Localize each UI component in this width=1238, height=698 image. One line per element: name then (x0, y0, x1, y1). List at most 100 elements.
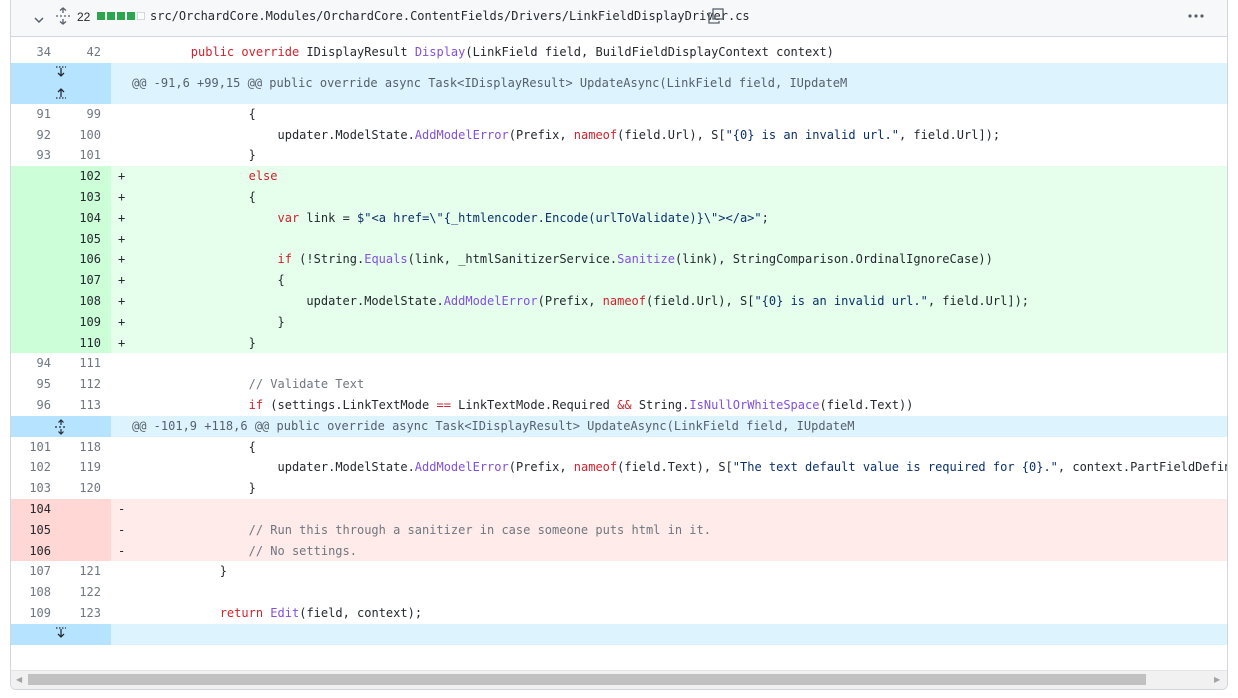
new-line-number[interactable] (61, 498, 111, 520)
old-line-number[interactable] (11, 249, 61, 271)
old-line-number[interactable] (11, 186, 61, 208)
new-line-number[interactable]: 123 (61, 602, 111, 624)
copy-icon[interactable] (708, 8, 724, 28)
new-line-number[interactable]: 104 (61, 207, 111, 229)
old-line-number[interactable] (11, 228, 61, 250)
new-line-number[interactable]: 111 (61, 353, 111, 375)
context-line: 108 122 (11, 582, 1227, 603)
new-line-number[interactable]: 105 (61, 228, 111, 250)
diffstat-box-added (127, 12, 135, 20)
new-line-number[interactable]: 119 (61, 457, 111, 479)
old-line-number[interactable]: 95 (11, 374, 61, 395)
unfold-icon[interactable] (54, 418, 68, 435)
added-line: 106 + if (!String.Equals(link, _htmlSanit… (11, 249, 1227, 271)
new-line-number[interactable]: 120 (61, 478, 111, 499)
context-line: 107 121 } (11, 561, 1227, 583)
old-line-number[interactable]: 107 (11, 561, 61, 583)
new-line-number[interactable] (61, 540, 111, 562)
old-line-number[interactable]: 96 (11, 394, 61, 416)
code-text: // Validate Text (248, 377, 365, 392)
old-line-number[interactable]: 103 (11, 478, 61, 499)
new-line-number[interactable]: 42 (61, 42, 111, 63)
horizontal-scrollbar[interactable]: ◀ ▶ (11, 670, 1227, 689)
added-line: 102 + else (11, 166, 1227, 187)
code-text: { (133, 273, 285, 288)
new-line-number[interactable]: 121 (61, 561, 111, 583)
diff-sign: + (118, 189, 126, 204)
old-line-number[interactable] (11, 270, 61, 291)
old-line-number[interactable] (11, 311, 61, 333)
new-line-number[interactable]: 108 (61, 290, 111, 312)
scrollbar-thumb[interactable] (28, 674, 1146, 685)
old-line-number[interactable]: 93 (11, 145, 61, 167)
added-line: 109 + } (11, 311, 1227, 333)
diffstat-box-added (107, 12, 115, 20)
deleted-line: 105 - // Run this through a sanitizer in … (11, 519, 1227, 541)
code-text: if (settings.LinkTextMode == LinkTextMod… (248, 397, 914, 412)
code-text: } (133, 481, 256, 496)
expand-down-icon[interactable] (54, 66, 68, 80)
expand-gutter[interactable] (11, 62, 111, 104)
unfold-icon[interactable] (55, 7, 71, 29)
old-line-number[interactable]: 92 (11, 124, 61, 146)
new-line-number[interactable]: 109 (61, 311, 111, 333)
added-line: 105 + (11, 228, 1227, 250)
new-line-number[interactable]: 103 (61, 186, 111, 208)
old-line-number[interactable] (11, 207, 61, 229)
diff-sign: + (118, 252, 126, 267)
scroll-right-icon[interactable]: ▶ (1214, 675, 1220, 684)
code-text: } (133, 314, 285, 329)
new-line-number[interactable]: 122 (61, 582, 111, 603)
context-line: 93 101 } (11, 145, 1227, 167)
code-text: updater.ModelState.AddModelError(Prefix,… (277, 127, 1001, 142)
new-line-number[interactable]: 99 (61, 103, 111, 125)
new-line-number[interactable]: 107 (61, 270, 111, 291)
code-text: if (!String.Equals(link, _htmlSanitizerS… (277, 252, 993, 267)
new-line-number[interactable]: 101 (61, 145, 111, 167)
new-line-number[interactable] (61, 519, 111, 541)
diff-sign: + (118, 293, 126, 308)
new-line-number[interactable]: 112 (61, 374, 111, 395)
old-line-number[interactable] (11, 332, 61, 354)
new-line-number[interactable]: 102 (61, 166, 111, 187)
old-line-number[interactable]: 105 (11, 519, 61, 541)
added-line: 108 + updater.ModelState.AddModelError(Pr… (11, 290, 1227, 312)
expand-down-icon[interactable] (54, 627, 68, 641)
new-line-number[interactable]: 106 (61, 249, 111, 271)
code-text: else (248, 169, 278, 184)
new-line-number[interactable]: 110 (61, 332, 111, 354)
diff-sign: + (118, 314, 126, 329)
old-line-number[interactable] (11, 290, 61, 312)
context-line: 94 111 (11, 353, 1227, 375)
chevron-down-icon[interactable] (33, 11, 45, 30)
old-line-number[interactable]: 101 (11, 436, 61, 458)
expand-up-icon[interactable] (54, 85, 68, 99)
new-line-number[interactable]: 100 (61, 124, 111, 146)
code-text: } (133, 335, 256, 350)
kebab-horizontal-icon[interactable] (1187, 8, 1205, 28)
expand-gutter[interactable] (11, 623, 111, 645)
deleted-line: 104 - (11, 498, 1227, 520)
old-line-number[interactable] (11, 166, 61, 187)
old-line-number[interactable]: 106 (11, 540, 61, 562)
added-line: 103 + { (11, 186, 1227, 208)
old-line-number[interactable]: 108 (11, 582, 61, 603)
change-count: 22 (77, 10, 91, 24)
old-line-number[interactable]: 94 (11, 353, 61, 375)
old-line-number[interactable]: 91 (11, 103, 61, 125)
new-line-number[interactable]: 113 (61, 394, 111, 416)
old-line-number[interactable]: 109 (11, 602, 61, 624)
code-text: { (133, 439, 256, 454)
context-line: 92 100 updater.ModelState.AddModelError(P… (11, 124, 1227, 146)
diff-sign: + (118, 231, 126, 246)
old-line-number[interactable]: 102 (11, 457, 61, 479)
scroll-left-icon[interactable]: ◀ (16, 675, 22, 684)
file-path[interactable]: src/OrchardCore.Modules/OrchardCore.Cont… (150, 9, 750, 23)
hunk-header: @@ -101,9 +118,6 @@ public override asyn… (11, 415, 1227, 437)
expand-gutter[interactable] (11, 415, 111, 437)
old-line-number[interactable]: 34 (11, 42, 61, 63)
code-text: public override IDisplayResult Display(L… (190, 45, 834, 59)
old-line-number[interactable]: 104 (11, 498, 61, 520)
code-text: // Run this through a sanitizer in case … (248, 522, 711, 537)
new-line-number[interactable]: 118 (61, 436, 111, 458)
